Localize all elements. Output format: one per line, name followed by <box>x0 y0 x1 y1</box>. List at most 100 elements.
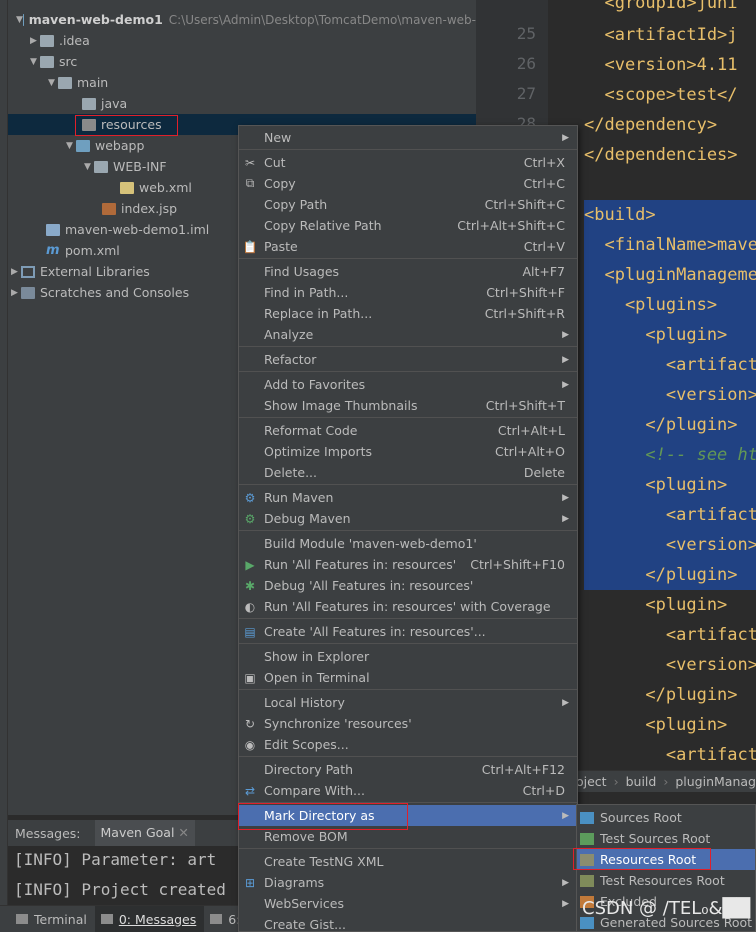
submenu-arrow-icon: ▶ <box>562 513 569 524</box>
code-line[interactable]: <artifact <box>584 620 756 650</box>
code-area[interactable]: <groupId>juni <artifactId>j <version>4.1… <box>584 0 756 770</box>
code-line[interactable]: </dependencies> <box>584 140 756 170</box>
menu-item-edit-scopes[interactable]: ◉ Edit Scopes... <box>239 734 577 755</box>
menu-item-show-image-thumbnails[interactable]: Show Image Thumbnails Ctrl+Shift+T <box>239 395 577 416</box>
chevron-right-icon[interactable]: ▶ <box>11 267 21 277</box>
menu-item-create-all-features-in-resources[interactable]: ▤ Create 'All Features in: resources'... <box>239 621 577 642</box>
submenu-item-label: Test Resources Root <box>600 873 725 888</box>
code-line[interactable]: <plugin> <box>584 320 756 350</box>
menu-item-delete[interactable]: Delete... Delete <box>239 462 577 483</box>
menu-separator <box>239 417 577 418</box>
close-icon[interactable]: ✕ <box>178 825 188 840</box>
menu-item-label: Find in Path... <box>264 285 349 300</box>
menu-item-copy-relative-path[interactable]: Copy Relative Path Ctrl+Alt+Shift+C <box>239 215 577 236</box>
code-line[interactable]: <version> <box>584 650 756 680</box>
code-line[interactable]: <!-- see ht <box>584 440 756 470</box>
menu-icon-placeholder <box>242 130 258 146</box>
code-line[interactable]: </plugin> <box>584 410 756 440</box>
menu-item-reformat-code[interactable]: Reformat Code Ctrl+Alt+L <box>239 420 577 441</box>
code-line[interactable]: <plugin> <box>584 470 756 500</box>
code-line[interactable]: <plugin> <box>584 590 756 620</box>
menu-item-find-usages[interactable]: Find Usages Alt+F7 <box>239 261 577 282</box>
menu-item-copy-path[interactable]: Copy Path Ctrl+Shift+C <box>239 194 577 215</box>
submenu-item-sources-root[interactable]: Sources Root <box>577 807 755 828</box>
menu-item-show-in-explorer[interactable]: Show in Explorer <box>239 646 577 667</box>
chevron-down-icon[interactable]: ▼ <box>16 15 23 25</box>
tree-item-idea[interactable]: ▶ .idea <box>8 30 476 51</box>
tab-messages[interactable]: 0: Messages <box>94 905 205 932</box>
tree-root[interactable]: ▼ maven-web-demo1 C:\Users\Admin\Desktop… <box>8 9 476 30</box>
menu-item-synchronize-resources[interactable]: ↻ Synchronize 'resources' <box>239 713 577 734</box>
menu-item-create-testng-xml[interactable]: Create TestNG XML <box>239 851 577 872</box>
library-icon <box>21 265 35 278</box>
breadcrumb-item[interactable]: build <box>626 774 657 789</box>
chevron-down-icon[interactable]: ▼ <box>30 57 40 67</box>
tab-terminal[interactable]: Terminal <box>10 906 95 932</box>
menu-item-debug-maven[interactable]: ⚙ Debug Maven ▶ <box>239 508 577 529</box>
menu-item-run-maven[interactable]: ⚙ Run Maven ▶ <box>239 487 577 508</box>
menu-item-run-all-features-in-resources[interactable]: ▶ Run 'All Features in: resources' Ctrl+Sh… <box>239 554 577 575</box>
menu-item-run-all-features-in-resources-with-coverage[interactable]: ◐ Run 'All Features in: resources' with C… <box>239 596 577 617</box>
tree-item-main[interactable]: ▼ main <box>8 72 476 93</box>
code-line[interactable]: <pluginManageme <box>584 260 756 290</box>
breadcrumb-item[interactable]: oject <box>576 774 607 789</box>
code-line[interactable]: <version>4.11 <box>584 50 756 80</box>
submenu-arrow-icon: ▶ <box>562 877 569 888</box>
code-line[interactable]: <version> <box>584 380 756 410</box>
chevron-down-icon[interactable]: ▼ <box>48 78 58 88</box>
code-line[interactable]: <artifact <box>584 740 756 770</box>
chevron-down-icon[interactable]: ▼ <box>66 141 76 151</box>
menu-item-shortcut: Ctrl+X <box>523 155 565 170</box>
menu-item-paste[interactable]: 📋 Paste Ctrl+V <box>239 236 577 257</box>
code-line[interactable]: <finalName>mave <box>584 230 756 260</box>
code-line[interactable]: <version> <box>584 530 756 560</box>
menu-item-debug-all-features-in-resources[interactable]: ✱ Debug 'All Features in: resources' <box>239 575 577 596</box>
code-line[interactable] <box>584 170 756 200</box>
submenu-arrow-icon: ▶ <box>562 898 569 909</box>
code-line[interactable]: </dependency> <box>584 110 756 140</box>
menu-item-cut[interactable]: ✂ Cut Ctrl+X <box>239 152 577 173</box>
tree-item-java[interactable]: java <box>8 93 476 114</box>
code-line[interactable]: <plugins> <box>584 290 756 320</box>
menu-item-label: Replace in Path... <box>264 306 373 321</box>
menu-item-label: Copy Path <box>264 197 328 212</box>
menu-item-local-history[interactable]: Local History ▶ <box>239 692 577 713</box>
tab-maven-goal[interactable]: Maven Goal ✕ <box>94 820 195 846</box>
menu-item-open-in-terminal[interactable]: ▣ Open in Terminal <box>239 667 577 688</box>
submenu-item-label: Sources Root <box>600 810 682 825</box>
menu-item-analyze[interactable]: Analyze ▶ <box>239 324 577 345</box>
submenu-item-test-resources-root[interactable]: Test Resources Root <box>577 870 755 891</box>
menu-item-compare-with[interactable]: ⇄ Compare With... Ctrl+D <box>239 780 577 801</box>
menu-item-replace-in-path[interactable]: Replace in Path... Ctrl+Shift+R <box>239 303 577 324</box>
tree-item-src[interactable]: ▼ src <box>8 51 476 72</box>
menu-item-label: New <box>264 130 292 145</box>
menu-item-add-to-favorites[interactable]: Add to Favorites ▶ <box>239 374 577 395</box>
menu-item-diagrams[interactable]: ⊞ Diagrams ▶ <box>239 872 577 893</box>
menu-item-webservices[interactable]: WebServices ▶ <box>239 893 577 914</box>
tree-item-label: Scratches and Consoles <box>40 285 190 300</box>
menu-item-directory-path[interactable]: Directory Path Ctrl+Alt+F12 <box>239 759 577 780</box>
code-line[interactable]: <artifact <box>584 350 756 380</box>
menu-item-optimize-imports[interactable]: Optimize Imports Ctrl+Alt+O <box>239 441 577 462</box>
code-line[interactable]: <plugin> <box>584 710 756 740</box>
maven-icon: m <box>46 243 60 258</box>
menu-separator <box>239 371 577 372</box>
menu-item-copy[interactable]: ⧉ Copy Ctrl+C <box>239 173 577 194</box>
code-line[interactable]: <groupId>juni <box>584 0 756 18</box>
code-line[interactable]: </plugin> <box>584 680 756 710</box>
menu-item-find-in-path[interactable]: Find in Path... Ctrl+Shift+F <box>239 282 577 303</box>
menu-item-new[interactable]: New ▶ <box>239 127 577 148</box>
menu-item-refactor[interactable]: Refactor ▶ <box>239 349 577 370</box>
code-line[interactable]: <artifact <box>584 500 756 530</box>
breadcrumb-item[interactable]: pluginManag <box>675 774 756 789</box>
chevron-right-icon[interactable]: ▶ <box>11 288 21 298</box>
menu-item-build-module-maven-web-demo1[interactable]: Build Module 'maven-web-demo1' <box>239 533 577 554</box>
code-line[interactable]: </plugin> <box>584 560 756 590</box>
chevron-right-icon[interactable]: ▶ <box>30 36 40 46</box>
submenu-item-test-sources-root[interactable]: Test Sources Root <box>577 828 755 849</box>
code-line[interactable]: <build> <box>584 200 756 230</box>
chevron-down-icon[interactable]: ▼ <box>84 162 94 172</box>
code-line[interactable]: <scope>test</ <box>584 80 756 110</box>
menu-item-create-gist[interactable]: Create Gist... <box>239 914 577 931</box>
code-line[interactable]: <artifactId>j <box>584 20 756 50</box>
